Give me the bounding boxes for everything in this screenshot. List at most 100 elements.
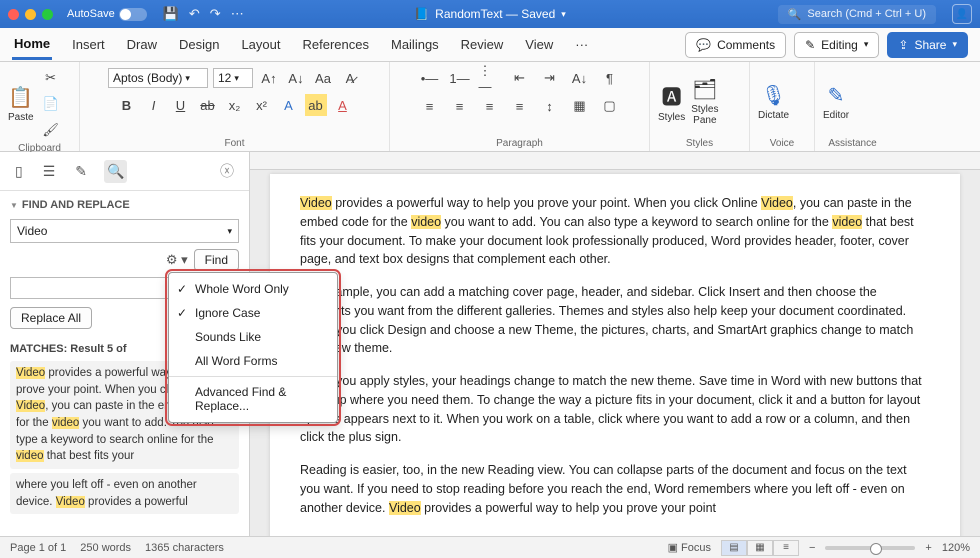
paragraph[interactable]: When you apply styles, your headings cha…	[300, 372, 930, 447]
tab-references[interactable]: References	[301, 31, 371, 58]
thumbnails-icon[interactable]: ▯	[12, 160, 26, 183]
qat-more-icon[interactable]: ⋯	[231, 6, 244, 22]
chevron-down-icon: ▾	[561, 9, 566, 20]
outline-view-icon[interactable]: ≡	[773, 540, 799, 556]
menu-whole-word[interactable]: Whole Word Only	[169, 277, 337, 301]
editing-mode-button[interactable]: ✎Editing▾	[794, 32, 879, 58]
italic-button[interactable]: I	[143, 94, 165, 116]
borders-icon[interactable]: ▢	[599, 95, 621, 117]
text-effects-icon[interactable]: A	[278, 94, 300, 116]
workspace: ▯ ☰ ✎ 🔍 ⓧ FIND AND REPLACE Video ▾ ⚙ ▾ F…	[0, 152, 980, 536]
minimize-window-icon[interactable]	[25, 9, 36, 20]
bullets-icon[interactable]: •—	[419, 67, 441, 89]
toggle-switch-icon[interactable]	[119, 8, 147, 21]
grow-font-icon[interactable]: A↑	[258, 67, 280, 89]
paragraph[interactable]: Video provides a powerful way to help yo…	[300, 194, 930, 269]
copy-icon[interactable]: 📄	[40, 93, 62, 115]
close-pane-icon[interactable]: ⓧ	[217, 158, 237, 184]
bold-button[interactable]: B	[116, 94, 138, 116]
tab-home[interactable]: Home	[12, 30, 52, 60]
tabs-overflow[interactable]: ···	[573, 31, 590, 58]
tab-mailings[interactable]: Mailings	[389, 31, 441, 58]
format-painter-icon[interactable]: 🖌	[40, 119, 62, 141]
menu-ignore-case[interactable]: Ignore Case	[169, 301, 337, 325]
quick-access-toolbar: 💾 ↶ ↷ ⋯	[163, 6, 244, 22]
word-doc-icon: 📘	[414, 7, 429, 21]
superscript-icon[interactable]: x²	[251, 94, 273, 116]
styles-pane-button[interactable]: 🗂Styles Pane	[691, 77, 718, 126]
line-spacing-icon[interactable]: ↕	[539, 95, 561, 117]
multilevel-list-icon[interactable]: ⋮—	[479, 67, 501, 89]
share-button[interactable]: ⇪Share▾	[887, 32, 968, 58]
comments-button[interactable]: 💬Comments	[685, 32, 786, 58]
user-account-icon[interactable]: 👤	[952, 4, 972, 24]
font-color-icon[interactable]: A	[332, 94, 354, 116]
search-box[interactable]: 🔍 Search (Cmd + Ctrl + U)	[778, 5, 936, 24]
document-page[interactable]: Video provides a powerful way to help yo…	[270, 174, 960, 536]
show-marks-icon[interactable]: ¶	[599, 67, 621, 89]
change-case-icon[interactable]: Aa	[312, 67, 334, 89]
menu-all-word-forms[interactable]: All Word Forms	[169, 349, 337, 373]
paragraph[interactable]: Reading is easier, too, in the new Readi…	[300, 461, 930, 517]
editor-button[interactable]: ✎Editor	[823, 83, 849, 121]
tab-layout[interactable]: Layout	[239, 31, 282, 58]
shading-icon[interactable]: ▦	[569, 95, 591, 117]
tab-review[interactable]: Review	[459, 31, 506, 58]
dictate-button[interactable]: 🎙Dictate	[758, 83, 789, 121]
search-tab-icon[interactable]: 🔍	[104, 160, 127, 183]
undo-icon[interactable]: ↶	[189, 6, 200, 22]
close-window-icon[interactable]	[8, 9, 19, 20]
find-options-gear-icon[interactable]: ⚙ ▾	[166, 252, 188, 268]
font-name-select[interactable]: Aptos (Body)▾	[108, 68, 208, 88]
tab-draw[interactable]: Draw	[125, 31, 159, 58]
zoom-in-icon[interactable]: +	[925, 542, 931, 554]
shrink-font-icon[interactable]: A↓	[285, 67, 307, 89]
align-left-icon[interactable]: ≡	[419, 95, 441, 117]
underline-button[interactable]: U	[170, 94, 192, 116]
document-title[interactable]: 📘 RandomText — Saved ▾	[414, 7, 566, 21]
paste-button[interactable]: 📋Paste	[8, 85, 34, 123]
zoom-value[interactable]: 120%	[942, 542, 970, 554]
find-button[interactable]: Find	[194, 249, 239, 271]
ruler[interactable]	[250, 152, 980, 170]
headings-icon[interactable]: ☰	[40, 160, 59, 183]
find-input[interactable]: Video ▾	[10, 219, 239, 243]
menu-advanced[interactable]: Advanced Find & Replace...	[169, 380, 337, 418]
document-name: RandomText — Saved	[435, 7, 555, 21]
status-page[interactable]: Page 1 of 1	[10, 542, 66, 554]
maximize-window-icon[interactable]	[42, 9, 53, 20]
redo-icon[interactable]: ↷	[210, 6, 221, 22]
sort-icon[interactable]: A↓	[569, 67, 591, 89]
replace-all-button[interactable]: Replace All	[10, 307, 92, 329]
highlight-color-icon[interactable]: ab	[305, 94, 327, 116]
reviewing-icon[interactable]: ✎	[72, 160, 90, 183]
zoom-out-icon[interactable]: −	[809, 542, 815, 554]
tab-view[interactable]: View	[523, 31, 555, 58]
save-icon[interactable]: 💾	[163, 6, 179, 22]
increase-indent-icon[interactable]: ⇥	[539, 67, 561, 89]
numbering-icon[interactable]: 1—	[449, 67, 471, 89]
cut-icon[interactable]: ✂	[40, 67, 62, 89]
clear-formatting-icon[interactable]: A̷	[339, 67, 361, 89]
tab-insert[interactable]: Insert	[70, 31, 107, 58]
font-size-select[interactable]: 12▾	[213, 68, 253, 88]
justify-icon[interactable]: ≡	[509, 95, 531, 117]
decrease-indent-icon[interactable]: ⇤	[509, 67, 531, 89]
status-words[interactable]: 250 words	[80, 542, 131, 554]
result-item[interactable]: where you left off - even on another dev…	[10, 473, 239, 514]
focus-mode-button[interactable]: ▣ Focus	[668, 541, 711, 554]
paragraph[interactable]: For example, you can add a matching cove…	[300, 283, 930, 358]
autosave-toggle[interactable]: AutoSave	[67, 8, 147, 21]
status-chars[interactable]: 1365 characters	[145, 542, 224, 554]
menu-sounds-like[interactable]: Sounds Like	[169, 325, 337, 349]
styles-button[interactable]: 🅰Styles	[658, 81, 685, 123]
web-layout-view-icon[interactable]: ▦	[747, 540, 773, 556]
strikethrough-button[interactable]: ab	[197, 94, 219, 116]
tab-design[interactable]: Design	[177, 31, 221, 58]
align-right-icon[interactable]: ≡	[479, 95, 501, 117]
subscript-icon[interactable]: x₂	[224, 94, 246, 116]
autosave-label: AutoSave	[67, 8, 115, 20]
print-layout-view-icon[interactable]: ▤	[721, 540, 747, 556]
zoom-slider[interactable]	[825, 546, 915, 550]
align-center-icon[interactable]: ≡	[449, 95, 471, 117]
